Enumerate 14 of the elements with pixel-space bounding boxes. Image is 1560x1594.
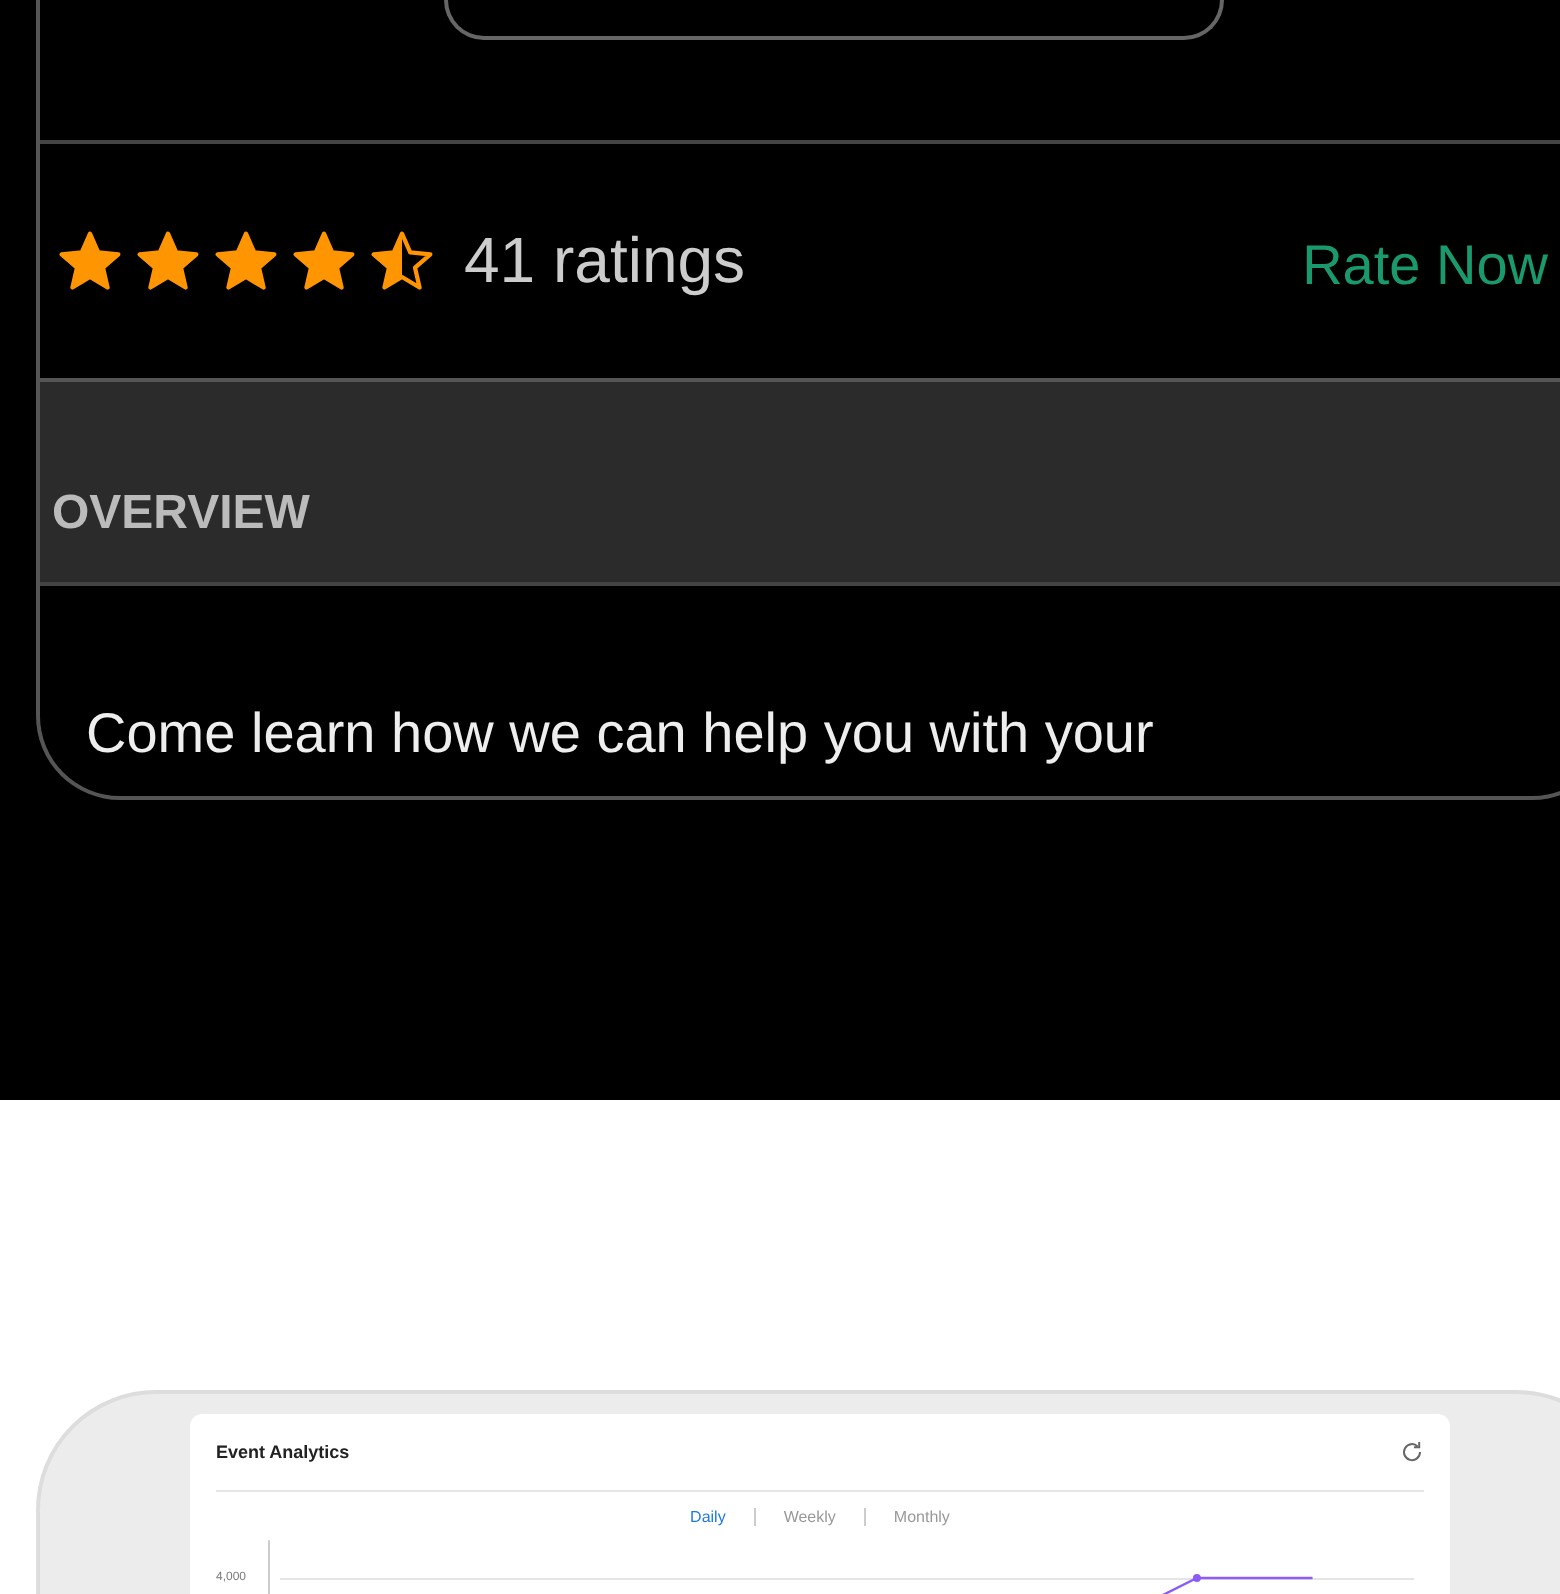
period-tab[interactable]: Weekly: [783, 1507, 836, 1525]
star-icon: [56, 227, 124, 295]
rate-now-link[interactable]: Rate Now: [1302, 233, 1548, 297]
period-tab[interactable]: Daily: [690, 1507, 726, 1525]
overview-text: Come learn how we can help you with your: [86, 702, 1154, 764]
refresh-icon[interactable]: [1400, 1440, 1424, 1464]
ratings-count: 41 ratings: [464, 224, 746, 298]
star-icon: [134, 227, 202, 295]
star-icon: [212, 227, 280, 295]
star-icon: [368, 227, 436, 295]
card-title: Event Analytics: [216, 1442, 350, 1462]
section-heading: OVERVIEW: [52, 486, 310, 542]
period-tab[interactable]: Monthly: [893, 1507, 950, 1525]
star-icon: [290, 227, 358, 295]
